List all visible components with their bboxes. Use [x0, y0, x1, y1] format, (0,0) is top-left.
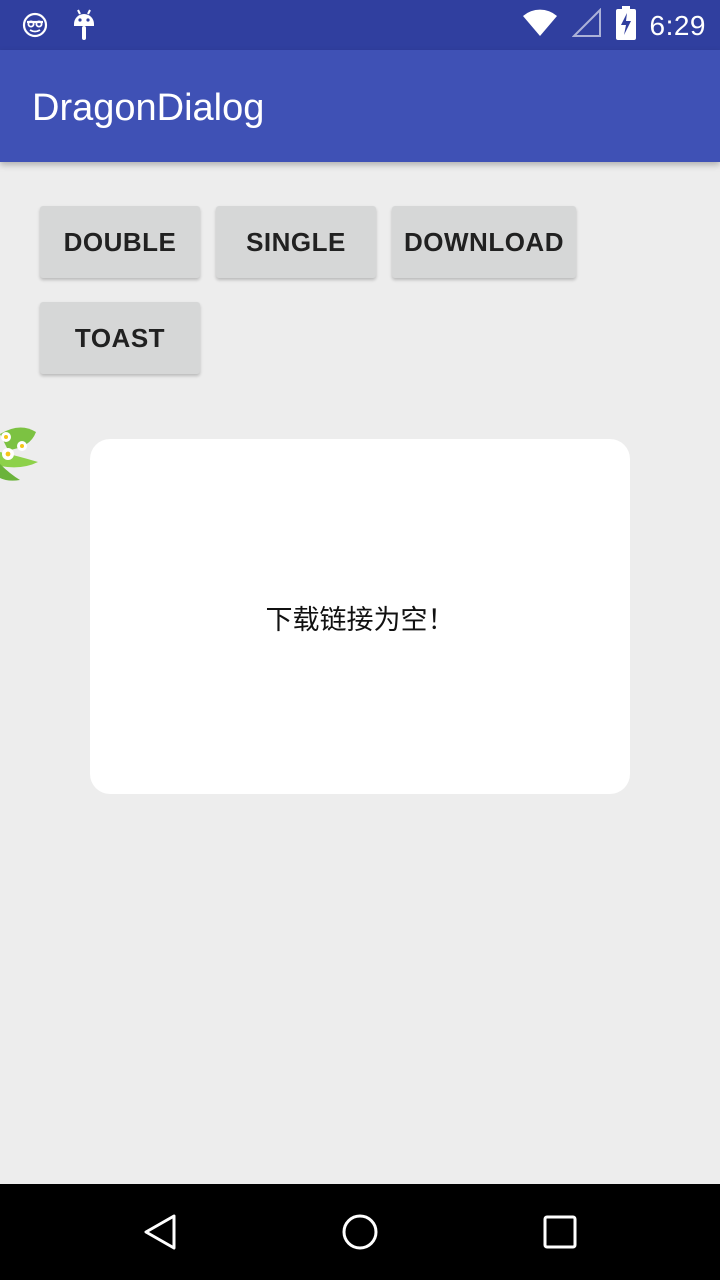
- status-bar: 6:29: [0, 0, 720, 50]
- screen: 6:29 DragonDialog DOUBLE SINGLE DOWNLOAD…: [0, 0, 720, 1280]
- flower-decoration-icon: [0, 404, 40, 489]
- status-time: 6:29: [649, 9, 706, 41]
- navigation-bar: [0, 1184, 720, 1280]
- single-button[interactable]: SINGLE: [216, 206, 376, 278]
- recents-icon[interactable]: [540, 1212, 580, 1252]
- download-button[interactable]: DOWNLOAD: [392, 206, 576, 278]
- back-icon[interactable]: [140, 1212, 180, 1252]
- app-bar: DragonDialog: [0, 50, 720, 162]
- wifi-icon: [522, 8, 558, 43]
- toast-button[interactable]: TOAST: [40, 302, 200, 374]
- android-debug-icon: [72, 8, 96, 47]
- notification-face-icon: [20, 10, 50, 45]
- home-icon[interactable]: [340, 1212, 380, 1252]
- dialog-message: 下载链接为空！: [265, 605, 455, 636]
- app-title: DragonDialog: [32, 87, 265, 129]
- loading-dialog: 下载链接为空！: [90, 439, 630, 794]
- double-button[interactable]: DOUBLE: [40, 206, 200, 278]
- signal-icon: [571, 7, 602, 43]
- battery-charging-icon: [615, 6, 636, 45]
